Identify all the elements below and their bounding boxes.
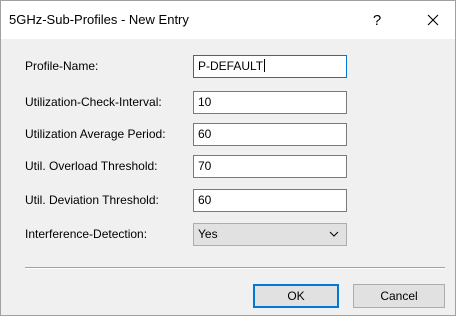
profile-name-label: Profile-Name:	[25, 59, 99, 73]
utilization-average-period-label: Utilization Average Period:	[25, 127, 166, 141]
util-deviation-threshold-label: Util. Deviation Threshold:	[25, 193, 159, 207]
util-overload-threshold-value: 70	[198, 159, 212, 173]
profile-name-value: P-DEFAULT	[198, 59, 264, 73]
form-row-utilization-average-period: Utilization Average Period: 60	[1, 123, 455, 147]
text-caret	[264, 59, 266, 72]
utilization-average-period-value: 60	[198, 127, 212, 141]
interference-detection-label: Interference-Detection:	[25, 227, 148, 241]
separator-line	[25, 267, 445, 269]
interference-detection-value: Yes	[198, 227, 218, 241]
util-overload-threshold-input[interactable]: 70	[193, 155, 347, 178]
ok-button[interactable]: OK	[253, 284, 339, 308]
form-row-interference-detection: Interference-Detection: Yes	[1, 223, 455, 247]
close-icon	[427, 14, 439, 26]
dialog-body: Profile-Name: P-DEFAULT Utilization-Chec…	[1, 39, 455, 315]
form-row-util-overload-threshold: Util. Overload Threshold: 70	[1, 155, 455, 179]
util-overload-threshold-label: Util. Overload Threshold:	[25, 159, 158, 173]
cancel-button[interactable]: Cancel	[353, 284, 445, 308]
utilization-check-interval-label: Utilization-Check-Interval:	[25, 95, 162, 109]
profile-name-input[interactable]: P-DEFAULT	[193, 55, 347, 78]
form-row-profile-name: Profile-Name: P-DEFAULT	[1, 55, 455, 79]
close-button[interactable]	[411, 1, 455, 39]
window-title: 5GHz-Sub-Profiles - New Entry	[9, 12, 189, 27]
utilization-check-interval-value: 10	[198, 95, 212, 109]
form-row-utilization-check-interval: Utilization-Check-Interval: 10	[1, 91, 455, 115]
ok-button-label: OK	[287, 289, 305, 303]
utilization-check-interval-input[interactable]: 10	[193, 91, 347, 114]
help-icon: ?	[372, 11, 382, 29]
form-row-util-deviation-threshold: Util. Deviation Threshold: 60	[1, 189, 455, 213]
title-bar[interactable]: 5GHz-Sub-Profiles - New Entry ?	[1, 1, 455, 39]
help-button[interactable]: ?	[355, 1, 399, 39]
chevron-down-icon	[329, 231, 339, 237]
interference-detection-select[interactable]: Yes	[193, 223, 347, 246]
dialog-window: 5GHz-Sub-Profiles - New Entry ? Profile-…	[0, 0, 456, 316]
util-deviation-threshold-input[interactable]: 60	[193, 189, 347, 212]
utilization-average-period-input[interactable]: 60	[193, 123, 347, 146]
util-deviation-threshold-value: 60	[198, 193, 212, 207]
cancel-button-label: Cancel	[380, 289, 418, 303]
